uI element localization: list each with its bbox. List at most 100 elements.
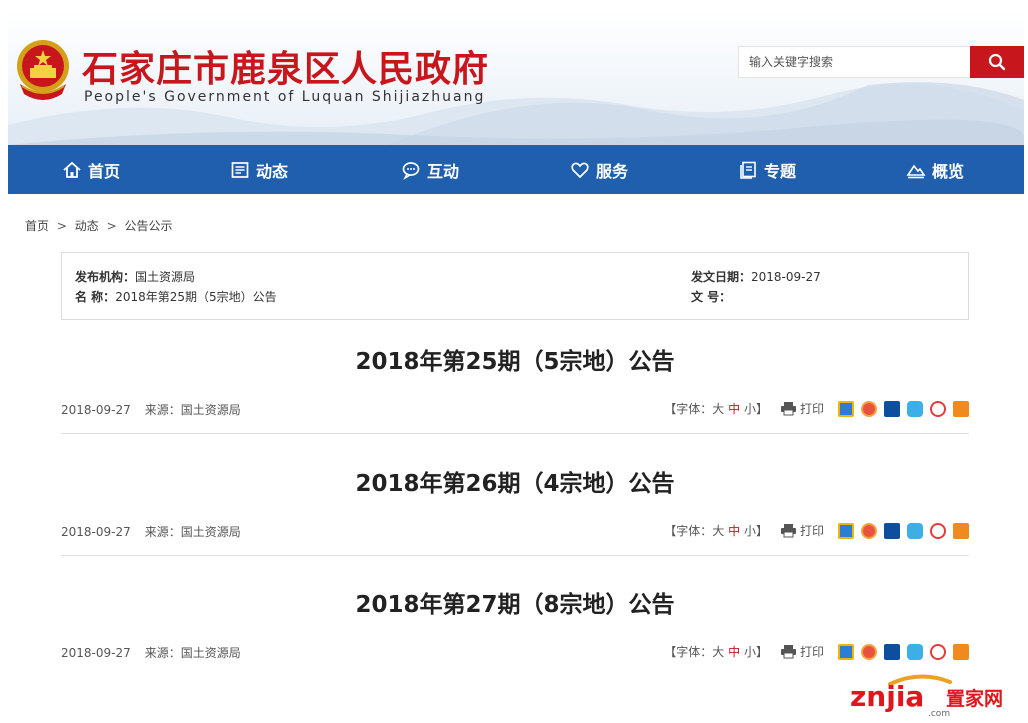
article-tools: 【字体：大 中 小】 打印	[664, 522, 969, 539]
issue-date-row: 发文日期：2018-09-27	[691, 268, 821, 285]
main-nav: 首页 动态 互动 服务 专题 概览	[8, 145, 1024, 194]
site-subtitle: People's Government of Luquan Shijiazhua…	[84, 89, 486, 105]
font-bracket-close: 】	[755, 524, 768, 538]
printer-icon	[780, 524, 796, 538]
more-share-icon[interactable]	[953, 400, 969, 417]
share-bar	[838, 643, 969, 660]
nav-item-home[interactable]: 首页	[62, 145, 120, 194]
nav-label-news: 动态	[256, 161, 289, 181]
watermark-brand: znjia	[850, 680, 924, 713]
qq-icon[interactable]	[907, 400, 923, 417]
article-date: 2018-09-27	[61, 525, 131, 539]
qzone-icon[interactable]	[838, 643, 854, 660]
document-info-box: 发布机构：国土资源局 名 称：2018年第25期（5宗地）公告 发文日期：201…	[61, 252, 969, 320]
nav-item-news[interactable]: 动态	[230, 145, 288, 194]
search-button[interactable]	[970, 46, 1024, 78]
weibo-icon[interactable]	[861, 522, 877, 539]
article-entry: 2018年第26期（4宗地）公告 2018-09-27 来源：国土资源局 【字体：…	[61, 460, 969, 556]
renren-icon[interactable]	[884, 400, 900, 417]
font-medium-button[interactable]: 中	[728, 645, 740, 659]
font-small-button[interactable]: 小	[744, 524, 756, 538]
share-bar	[838, 522, 969, 539]
nav-label-interaction: 互动	[427, 161, 460, 181]
nav-label-home: 首页	[88, 161, 121, 181]
heart-icon	[571, 161, 589, 178]
more-share-icon[interactable]	[953, 522, 969, 539]
font-size-control: 【字体：大 中 小】	[664, 643, 768, 660]
font-bracket-close: 】	[755, 402, 768, 416]
doc-number-row: 文 号：	[691, 288, 731, 305]
font-large-button[interactable]: 大	[712, 402, 724, 416]
font-large-button[interactable]: 大	[712, 524, 724, 538]
divider	[61, 555, 969, 556]
qzone-icon[interactable]	[838, 522, 854, 539]
font-bracket-open: 【字体：	[664, 645, 713, 659]
doc-number-label: 文 号：	[691, 290, 732, 304]
tencent-weibo-icon[interactable]	[930, 643, 946, 660]
renren-icon[interactable]	[884, 643, 900, 660]
breadcrumb-home[interactable]: 首页	[25, 217, 49, 234]
watermark-brand-cn: 置家网	[946, 687, 1003, 710]
publisher-row: 发布机构：国土资源局	[75, 268, 195, 285]
qzone-icon[interactable]	[838, 400, 854, 417]
national-emblem-icon	[17, 40, 69, 100]
article-source: 来源：国土资源局	[144, 646, 241, 660]
article-entry: 2018年第27期（8宗地）公告 2018-09-27 来源：国土资源局 【字体：…	[61, 581, 969, 677]
breadcrumb: 首页 > 动态 > 公告公示	[25, 217, 172, 234]
breadcrumb-announcements[interactable]: 公告公示	[124, 217, 172, 234]
font-small-button[interactable]: 小	[744, 402, 756, 416]
print-button[interactable]: 打印	[780, 643, 824, 660]
nav-item-overview[interactable]: 概览	[906, 145, 964, 194]
font-small-button[interactable]: 小	[744, 645, 756, 659]
nav-item-service[interactable]: 服务	[570, 145, 628, 194]
article-title: 2018年第25期（5宗地）公告	[355, 349, 675, 375]
divider	[61, 433, 969, 434]
font-medium-button[interactable]: 中	[728, 524, 740, 538]
font-large-button[interactable]: 大	[712, 645, 724, 659]
font-size-control: 【字体：大 中 小】	[664, 522, 768, 539]
printer-icon	[780, 645, 796, 659]
font-bracket-open: 【字体：	[664, 524, 713, 538]
article-tools: 【字体：大 中 小】 打印	[664, 643, 969, 660]
article-meta: 2018-09-27 来源：国土资源局	[61, 644, 241, 661]
qq-icon[interactable]	[907, 522, 923, 539]
print-label: 打印	[799, 402, 824, 416]
article-date: 2018-09-27	[61, 646, 131, 660]
tencent-weibo-icon[interactable]	[930, 522, 946, 539]
nav-item-interaction[interactable]: 互动	[401, 145, 459, 194]
nav-label-topics: 专题	[764, 161, 797, 181]
weibo-icon[interactable]	[861, 643, 877, 660]
tencent-weibo-icon[interactable]	[930, 400, 946, 417]
article-source: 来源：国土资源局	[144, 525, 241, 539]
weibo-icon[interactable]	[861, 400, 877, 417]
site-title: 石家庄市鹿泉区人民政府	[82, 48, 490, 90]
article-meta: 2018-09-27 来源：国土资源局	[61, 523, 241, 540]
znjia-logo-icon: znjia 置家网 .com	[850, 674, 1003, 719]
article-tools: 【字体：大 中 小】 打印	[664, 400, 969, 417]
breadcrumb-news[interactable]: 动态	[75, 217, 99, 234]
font-bracket-open: 【字体：	[664, 402, 713, 416]
font-bracket-close: 】	[755, 645, 768, 659]
publisher-value: 国土资源局	[135, 270, 196, 284]
breadcrumb-separator: >	[56, 219, 67, 233]
name-value: 2018年第25期（5宗地）公告	[115, 290, 277, 304]
name-label: 名 称：	[75, 290, 116, 304]
landscape-icon	[906, 164, 926, 178]
font-medium-button[interactable]: 中	[728, 402, 740, 416]
renren-icon[interactable]	[884, 522, 900, 539]
chat-icon	[402, 161, 420, 180]
print-button[interactable]: 打印	[780, 400, 824, 417]
article-title: 2018年第27期（8宗地）公告	[355, 592, 675, 618]
publisher-label: 发布机构：	[75, 270, 136, 284]
more-share-icon[interactable]	[953, 643, 969, 660]
article-entry: 2018年第25期（5宗地）公告 2018-09-27 来源：国土资源局 【字体：…	[61, 338, 969, 434]
search-icon	[988, 53, 1006, 71]
qq-icon[interactable]	[907, 643, 923, 660]
article-title: 2018年第26期（4宗地）公告	[355, 471, 675, 497]
print-label: 打印	[799, 645, 824, 659]
breadcrumb-separator: >	[106, 219, 117, 233]
search-input[interactable]	[738, 46, 971, 78]
nav-item-topics[interactable]: 专题	[738, 145, 796, 194]
watermark-logo: znjia 置家网 .com	[850, 672, 1025, 719]
print-button[interactable]: 打印	[780, 522, 824, 539]
